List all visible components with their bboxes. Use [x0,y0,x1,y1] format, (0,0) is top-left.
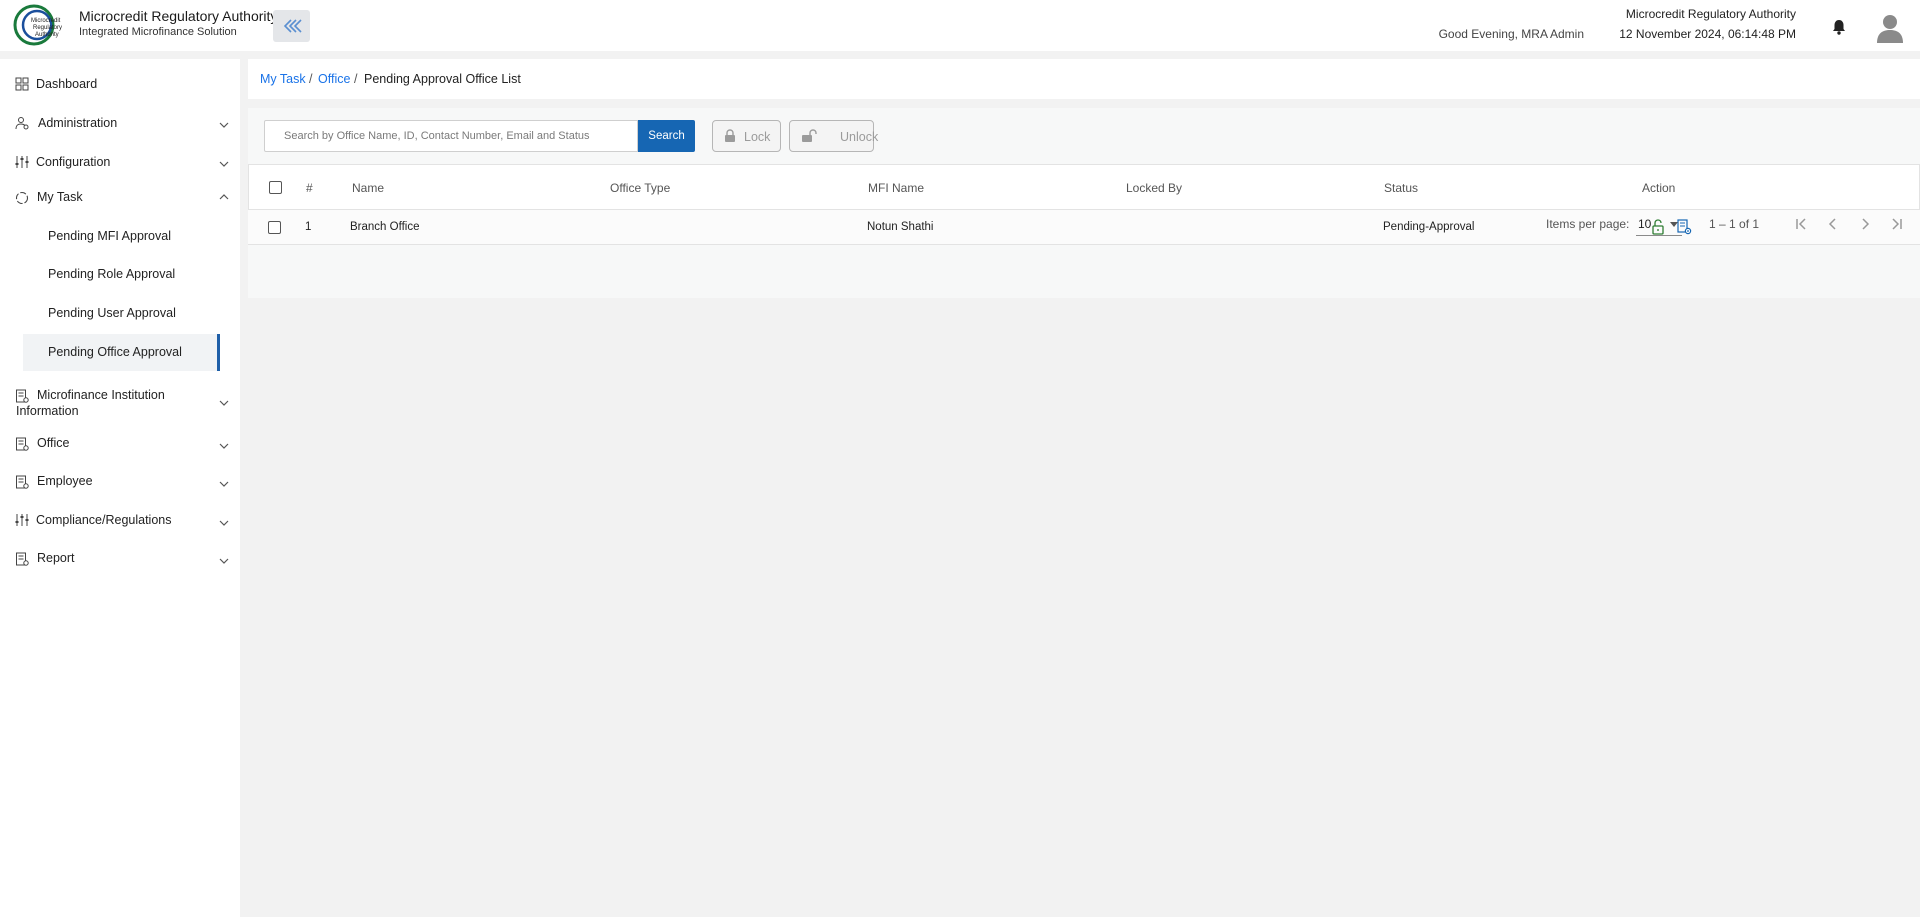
sidebar-subitem-label: Pending Role Approval [48,267,176,281]
column-header-locked-by[interactable]: Locked By [1126,181,1182,195]
sidebar-item-configuration[interactable]: Configuration [0,153,240,173]
document-icon [16,475,29,489]
chevron-down-icon [219,161,229,167]
select-all-checkbox[interactable] [269,181,282,194]
logo-icon: Microcredit Regulatory Authority [13,4,62,46]
user-avatar-icon[interactable] [1876,13,1904,43]
breadcrumb-separator: / [354,72,358,86]
document-icon [16,552,29,566]
sidebar-subitem-label: Pending User Approval [48,306,176,320]
sidebar-subitem-pending-role-approval[interactable]: Pending Role Approval [23,256,220,293]
page-range-label: 1 – 1 of 1 [1709,217,1760,231]
dropdown-caret-icon [1670,222,1678,227]
document-icon [16,437,29,451]
previous-page-icon[interactable] [1821,212,1845,236]
sidebar-item-dashboard[interactable]: Dashboard [0,75,240,95]
sidebar-subitem-pending-user-approval[interactable]: Pending User Approval [23,295,220,332]
column-header-action: Action [1642,181,1676,195]
sliders-icon [15,514,29,526]
next-page-icon[interactable] [1853,212,1877,236]
svg-text:Authority: Authority [35,32,59,38]
greeting-text: Good Evening, MRA Admin [1438,27,1584,41]
lock-button-label: Lock [744,130,771,144]
sidebar-item-my-task[interactable]: My Task [0,188,240,208]
sidebar-item-employee[interactable]: Employee [0,472,240,492]
breadcrumb-current: Pending Approval Office List [364,72,521,86]
unlock-button[interactable]: Unlock [789,120,878,152]
sidebar-subitem-label: Pending MFI Approval [48,229,171,243]
sliders-icon [15,156,29,168]
sidebar-item-label: Compliance/Regulations [36,513,172,527]
svg-text:Regulatory: Regulatory [33,25,62,31]
users-cog-icon [15,117,29,130]
brand-title: Microcredit Regulatory Authority [79,8,278,24]
sidebar-item-administration[interactable]: Administration [0,114,240,134]
chevron-up-icon [219,194,229,200]
items-per-page-select[interactable]: 10 [1636,210,1682,236]
chevron-down-icon [219,558,229,564]
sidebar-subitem-pending-mfi-approval[interactable]: Pending MFI Approval [23,218,220,255]
chevron-down-icon [219,481,229,487]
last-page-icon[interactable] [1885,212,1909,236]
sidebar-subitem-label: Pending Office Approval [48,345,182,359]
sidebar-item-label: Configuration [36,155,111,169]
sidebar-item-label: Report [37,551,75,565]
breadcrumb-my-task[interactable]: My Task [260,72,306,86]
double-chevron-left-icon [283,19,302,33]
lock-icon [725,129,735,142]
paginator: Items per page: 10 1 – 1 of 1 [248,206,1920,246]
sidebar-item-label: Dashboard [36,77,98,91]
office-list-card: Search Lock Unlock # Name Office Type MF… [248,108,1920,298]
sidebar-item-report[interactable]: Report [0,549,240,569]
sidebar: Dashboard Administration Configuration M… [0,59,240,917]
sidebar-item-label: Office [37,436,70,450]
chevron-down-icon [219,520,229,526]
sidebar-item-microfinance-institution-information[interactable]: Microfinance Institution Information [0,386,240,420]
unlock-icon [802,129,817,142]
top-header: Microcredit Regulatory Authority Microcr… [0,0,1920,51]
sidebar-item-compliance-regulations[interactable]: Compliance/Regulations [0,511,240,531]
sidebar-subitem-pending-office-approval[interactable]: Pending Office Approval [23,334,220,371]
bell-icon[interactable] [1830,18,1848,36]
svg-text:Microcredit: Microcredit [31,18,61,24]
items-per-page-label: Items per page: [1546,217,1630,231]
search-input[interactable] [265,121,637,151]
chevron-down-icon [219,400,229,406]
org-name: Microcredit Regulatory Authority [1625,7,1796,21]
chevron-down-icon [219,122,229,128]
breadcrumb-office[interactable]: Office [318,72,350,86]
column-header-mfi-name[interactable]: MFI Name [868,181,924,195]
sidebar-item-label: My Task [37,190,83,204]
sidebar-item-office[interactable]: Office [0,434,240,454]
items-per-page-value: 10 [1638,217,1652,231]
circle-dashed-icon [15,191,29,205]
breadcrumb-separator: / [309,72,313,86]
sidebar-item-label: Employee [37,474,93,488]
column-header-status[interactable]: Status [1384,181,1418,195]
search-box [264,120,638,152]
unlock-button-label: Unlock [840,130,879,144]
chevron-down-icon [219,443,229,449]
sidebar-item-label: Microfinance Institution Information [16,388,165,418]
sidebar-collapse-button[interactable] [273,10,310,42]
brand-subtitle: Integrated Microfinance Solution [79,26,237,38]
column-header-name[interactable]: Name [352,181,384,195]
first-page-icon[interactable] [1789,212,1813,236]
grid-icon [15,77,29,91]
column-header-index: # [306,181,313,195]
column-header-office-type[interactable]: Office Type [610,181,670,195]
search-button[interactable]: Search [638,120,695,152]
table-header: # Name Office Type MFI Name Locked By St… [248,164,1920,210]
lock-button[interactable]: Lock [712,120,781,152]
breadcrumb: My Task / Office / Pending Approval Offi… [248,59,1920,99]
datetime-text: 12 November 2024, 06:14:48 PM [1619,27,1796,41]
sidebar-item-label: Administration [38,116,118,130]
